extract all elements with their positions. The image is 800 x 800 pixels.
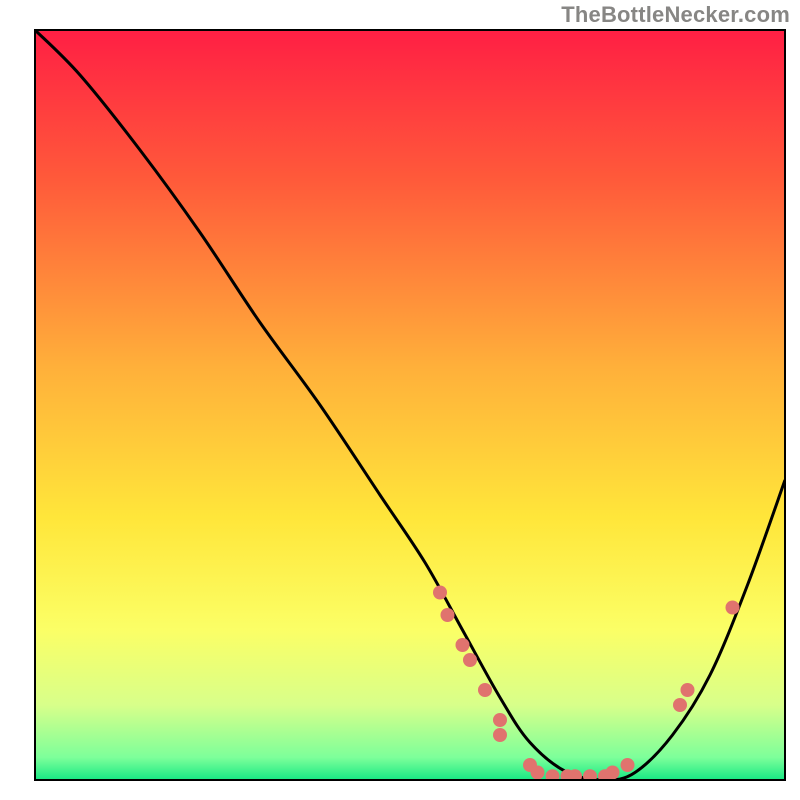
- data-point: [606, 766, 620, 780]
- data-point: [433, 586, 447, 600]
- data-point: [673, 698, 687, 712]
- chart-frame: TheBottleNecker.com: [0, 0, 800, 800]
- data-point: [493, 728, 507, 742]
- bottleneck-chart: [0, 0, 800, 800]
- data-point: [546, 769, 560, 783]
- data-point: [463, 653, 477, 667]
- data-point: [441, 608, 455, 622]
- data-point: [568, 769, 582, 783]
- data-point: [456, 638, 470, 652]
- data-point: [726, 601, 740, 615]
- gradient-background: [35, 30, 785, 780]
- data-point: [583, 769, 597, 783]
- data-point: [478, 683, 492, 697]
- data-point: [531, 766, 545, 780]
- data-point: [681, 683, 695, 697]
- data-point: [493, 713, 507, 727]
- data-point: [621, 758, 635, 772]
